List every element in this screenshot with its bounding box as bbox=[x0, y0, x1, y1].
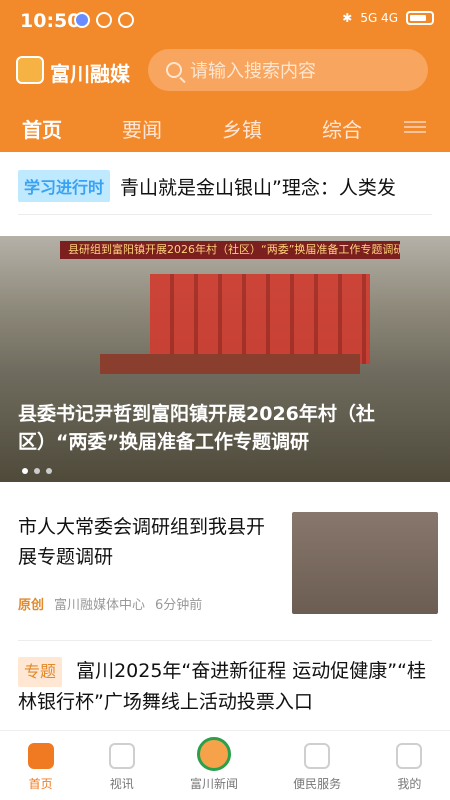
search-input[interactable]: 请输入搜索内容 bbox=[148, 49, 428, 91]
nav-news-label: 富川新闻 bbox=[189, 777, 238, 791]
news-time: 6分钟前 bbox=[155, 598, 203, 613]
divider bbox=[18, 214, 432, 215]
news-title: 市人大常委会调研组到我县开展专题调研 bbox=[18, 516, 266, 568]
news-thumbnail bbox=[292, 512, 438, 614]
signal-icons: 5G 4G bbox=[360, 11, 398, 25]
nav-mine-label: 我的 bbox=[397, 777, 422, 791]
flags-decoration bbox=[150, 274, 370, 364]
tab-menu-icon[interactable] bbox=[404, 118, 426, 134]
carousel-dot bbox=[34, 468, 40, 474]
nav-home[interactable]: 首页 bbox=[27, 743, 54, 792]
nav-service-label: 便民服务 bbox=[293, 777, 342, 791]
status-left-icons bbox=[74, 12, 134, 28]
heart-icon bbox=[304, 743, 331, 769]
home-icon bbox=[27, 743, 54, 769]
news-source: 富川融媒体中心 bbox=[54, 598, 146, 613]
video-icon bbox=[108, 743, 135, 769]
news-meta: 原创 富川融媒体中心 6分钟前 bbox=[18, 594, 202, 613]
status-time: 10:50 bbox=[20, 10, 81, 32]
nav-mine[interactable]: 我的 bbox=[396, 743, 423, 792]
nav-service[interactable]: 便民服务 bbox=[293, 743, 341, 792]
status-right-icons: ✱ 5G 4G bbox=[342, 11, 434, 25]
nav-home-label: 首页 bbox=[28, 777, 53, 791]
search-icon bbox=[166, 62, 182, 78]
top-tabs: 首页 要闻 乡镇 综合 bbox=[0, 108, 450, 148]
bluetooth-icon: ✱ bbox=[342, 11, 353, 25]
tab-news[interactable]: 要闻 bbox=[122, 114, 162, 143]
feature-text: 富川2025年“奋进新征程 运动促健康”“桂林银行杯”广场舞线上活动投票入口 bbox=[18, 660, 426, 713]
news-label: 原创 bbox=[18, 598, 45, 613]
status-bar: 10:50 ✱ 5G 4G bbox=[0, 0, 450, 44]
divider bbox=[18, 640, 432, 641]
meeting-table bbox=[100, 354, 360, 374]
app-logo-icon bbox=[16, 56, 44, 84]
app-icon bbox=[74, 12, 90, 28]
battery-icon bbox=[406, 11, 434, 25]
headline-text: 青山就是金山银山”理念：人类发 bbox=[120, 176, 396, 199]
nav-news[interactable]: 富川新闻 bbox=[190, 737, 238, 792]
alarm-icon bbox=[118, 12, 134, 28]
banner-title: 县委书记尹哲到富阳镇开展2026年村（社区）“两委”换届准备工作专题调研 bbox=[18, 403, 375, 453]
meeting-banner-text: 县研组到富阳镇开展2026年村（社区）“两委”换届准备工作专题调研座谈会 bbox=[60, 241, 400, 259]
bottom-nav: 首页 视讯 富川新闻 便民服务 我的 bbox=[0, 730, 450, 800]
news-item[interactable]: 市人大常委会调研组到我县开展专题调研 原创 富川融媒体中心 6分钟前 bbox=[18, 512, 438, 614]
nav-video[interactable]: 视讯 bbox=[108, 743, 135, 792]
app-title: 富川融媒 bbox=[50, 62, 130, 86]
carousel-dot-active bbox=[22, 468, 28, 474]
top-banner[interactable]: 县研组到富阳镇开展2026年村（社区）“两委”换届准备工作专题调研座谈会 县委书… bbox=[0, 236, 450, 482]
feature-tag: 专题 bbox=[18, 657, 63, 687]
nfc-icon bbox=[96, 12, 112, 28]
search-placeholder: 请输入搜索内容 bbox=[190, 61, 316, 82]
tab-towns[interactable]: 乡镇 bbox=[222, 114, 262, 143]
top-header: 10:50 ✱ 5G 4G 富川融媒 请输入搜索内容 首页 要闻 乡镇 综合 bbox=[0, 0, 450, 152]
feature-item[interactable]: 专题 富川2025年“奋进新征程 运动促健康”“桂林银行杯”广场舞线上活动投票入… bbox=[18, 656, 432, 717]
headline-tag: 学习进行时 bbox=[18, 170, 111, 202]
mascot-icon bbox=[196, 737, 231, 771]
headline-row[interactable]: 学习进行时 青山就是金山银山”理念：人类发 bbox=[0, 166, 450, 206]
nav-video-label: 视讯 bbox=[109, 777, 134, 791]
tab-home[interactable]: 首页 bbox=[22, 114, 62, 143]
tab-general[interactable]: 综合 bbox=[322, 114, 362, 143]
carousel-dot bbox=[46, 468, 52, 474]
carousel-dots bbox=[22, 468, 52, 474]
profile-icon bbox=[396, 743, 423, 769]
